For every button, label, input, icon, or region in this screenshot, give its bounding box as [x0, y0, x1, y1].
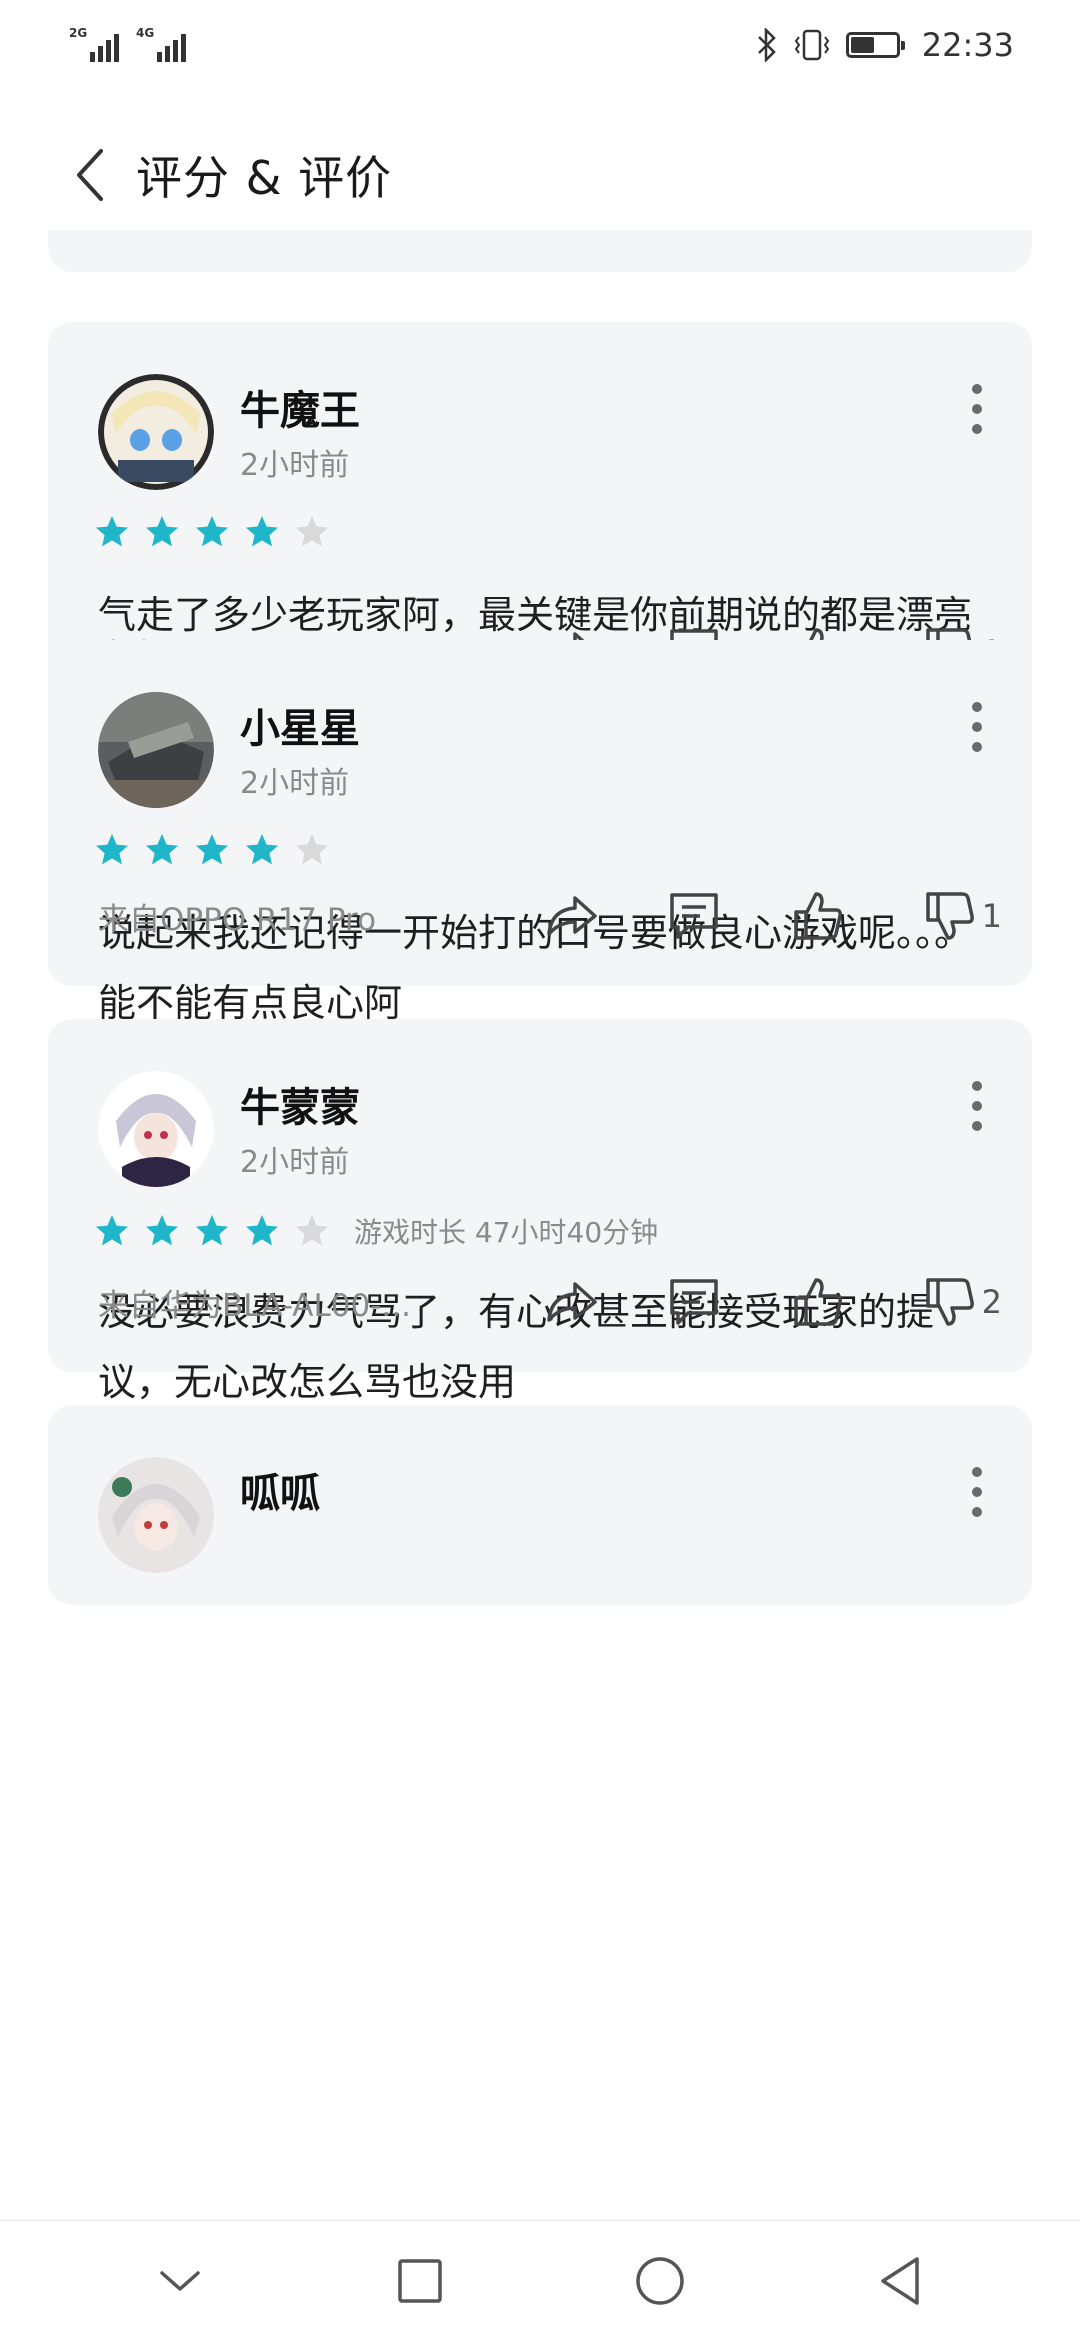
rating-stars: [94, 832, 330, 868]
share-icon: [546, 896, 597, 936]
playtime-label: 游戏时长 47小时40分钟: [354, 1216, 659, 1249]
star-filled-icon: [196, 1215, 228, 1246]
comment-icon: [669, 1279, 718, 1325]
star-filled-icon: [146, 1215, 178, 1246]
star-filled-icon: [96, 834, 128, 865]
username: 牛蒙蒙: [240, 1085, 360, 1131]
vibrate-icon: [794, 29, 830, 61]
star-filled-icon: [246, 1215, 278, 1246]
device-source: 来自华为BLA-AL00-...: [98, 1287, 411, 1324]
share-icon: [546, 1282, 597, 1322]
star-empty-icon: [296, 516, 328, 547]
avatar[interactable]: [98, 374, 214, 490]
comment-icon: [669, 893, 718, 939]
thumbs-up-icon: [793, 892, 842, 940]
star-filled-icon: [96, 1215, 128, 1246]
star-empty-icon: [296, 834, 328, 865]
review-actions: 来自OPPO R17 Pro 1: [98, 886, 1002, 946]
dislike-button[interactable]: 2: [924, 1276, 1002, 1328]
reviews-list[interactable]: 牛魔王 2小时前 气走了多少老玩家阿，最关键是你前期说的都是漂亮话阿，要一开始就…: [0, 230, 1080, 2220]
bluetooth-icon: [757, 28, 776, 62]
thumbs-up-icon: [793, 1278, 842, 1326]
status-time: 22:33: [921, 26, 1014, 64]
system-navigation-bar: [0, 2220, 1080, 2340]
rating-stars: [94, 514, 330, 550]
more-options-button[interactable]: [962, 1467, 992, 1517]
thumbs-down-icon: [925, 892, 974, 940]
review-card: 牛蒙蒙 2小时前 游戏时长 47小时40分钟 没必要浪费力气骂了，有心改甚至能接…: [48, 1019, 1032, 1404]
star-filled-icon: [96, 516, 128, 547]
review-time: 2小时前: [240, 766, 350, 801]
nav-home-button[interactable]: [620, 2241, 700, 2321]
dislike-count: 1: [981, 897, 1002, 935]
more-options-button[interactable]: [962, 1081, 992, 1131]
device-source: 来自OPPO R17 Pro: [98, 901, 377, 938]
battery-icon: [845, 32, 905, 58]
comment-button[interactable]: [664, 1272, 724, 1332]
more-options-button[interactable]: [962, 384, 992, 434]
username: 小星星: [240, 706, 360, 752]
app-header: 评分 & 评价: [0, 120, 1080, 230]
chevron-down-icon: [160, 2270, 200, 2291]
more-options-button[interactable]: [962, 702, 992, 752]
username: 呱呱: [240, 1471, 320, 1517]
previous-review-card-edge: [48, 230, 1032, 272]
thumbs-down-icon: [925, 1278, 974, 1326]
dislike-button[interactable]: 1: [924, 890, 1002, 942]
avatar[interactable]: [98, 692, 214, 808]
avatar[interactable]: [98, 1071, 214, 1187]
page-title: 评分 & 评价: [136, 151, 393, 205]
network-2g-label: 2G: [69, 26, 88, 40]
star-filled-icon: [246, 516, 278, 547]
review-card: 呱呱: [48, 1405, 1032, 1605]
nav-back-button[interactable]: [860, 2241, 940, 2321]
comment-button[interactable]: [664, 886, 724, 946]
triangle-back-icon: [881, 2256, 919, 2305]
star-filled-icon: [146, 834, 178, 865]
share-button[interactable]: [542, 886, 602, 946]
chevron-left-icon: [77, 149, 103, 201]
review-time: 2小时前: [240, 448, 350, 483]
star-filled-icon: [246, 834, 278, 865]
dislike-count: 2: [981, 1283, 1002, 1321]
nav-hide-button[interactable]: [140, 2241, 220, 2321]
star-filled-icon: [146, 516, 178, 547]
like-button[interactable]: [788, 886, 848, 946]
back-button[interactable]: [60, 135, 120, 215]
square-icon: [398, 2258, 442, 2303]
share-button[interactable]: [542, 1272, 602, 1332]
like-button[interactable]: [788, 1272, 848, 1332]
star-filled-icon: [196, 516, 228, 547]
network-indicators: 2G 4G: [69, 26, 186, 62]
review-card: 小星星 2小时前 说起来我还记得一开始打的口号要做良心游戏呢。。。能不能有点良心…: [48, 640, 1032, 1025]
status-bar: 2G 4G 22:33: [0, 0, 1080, 90]
signal-4g-icon: 4G: [136, 26, 186, 62]
star-empty-icon: [296, 1215, 328, 1246]
nav-recents-button[interactable]: [380, 2241, 460, 2321]
review-time: 2小时前: [240, 1145, 350, 1180]
signal-2g-icon: 2G: [69, 26, 119, 62]
star-filled-icon: [196, 834, 228, 865]
network-4g-label: 4G: [136, 26, 155, 40]
status-right: 22:33: [756, 26, 1014, 64]
username: 牛魔王: [240, 388, 360, 434]
circle-icon: [636, 2256, 684, 2305]
avatar[interactable]: [98, 1457, 214, 1573]
review-actions: 来自华为BLA-AL00-... 2: [98, 1272, 1002, 1332]
rating-stars: 游戏时长 47小时40分钟: [94, 1211, 658, 1251]
